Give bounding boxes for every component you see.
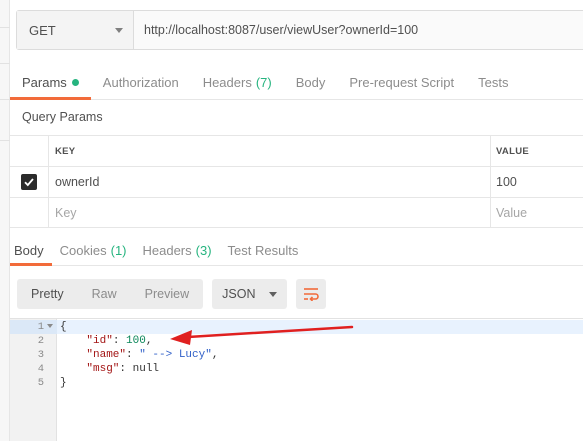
- url-input[interactable]: http://localhost:8087/user/viewUser?owne…: [134, 11, 583, 49]
- tab-label: Cookies: [59, 242, 107, 258]
- tab-label: Headers: [202, 74, 252, 90]
- line-number: 2: [37, 335, 44, 347]
- value-column-header: VALUE: [490, 136, 583, 166]
- active-line-highlight: [10, 320, 583, 334]
- tab-badge: (7): [255, 74, 272, 90]
- code-line-3: "name": " --> Lucy",: [86, 349, 219, 361]
- open-brace: {: [60, 321, 67, 333]
- json-value: null: [132, 363, 160, 375]
- tab-label: Tests: [478, 74, 509, 90]
- sidebar-divider: [0, 140, 10, 141]
- tab-label: Pre-request Script: [349, 74, 455, 90]
- table-row-new: Key Value: [10, 197, 583, 228]
- line-number-gutter: 1 2 3 4 5: [10, 319, 57, 441]
- tab-cookies[interactable]: Cookies (1): [56, 234, 135, 266]
- code-line-2: "id": 100,: [86, 335, 153, 347]
- code-line-5: }: [60, 376, 67, 390]
- wrap-lines-button[interactable]: [296, 279, 327, 309]
- line-number: 4: [37, 363, 44, 375]
- left-sidebar-edge: [0, 0, 10, 441]
- line-number: 3: [37, 349, 44, 361]
- tab-label: Body: [295, 74, 326, 90]
- json-trail: ,: [211, 349, 219, 361]
- query-params-table: KEY VALUE ownerId 100 Key Value: [10, 135, 583, 228]
- chevron-down-icon: [115, 27, 123, 33]
- view-mode-group: Pretty Raw Preview: [17, 279, 204, 309]
- language-label: JSON: [222, 287, 256, 301]
- tab-response-body[interactable]: Body: [10, 234, 52, 266]
- json-value: " --> Lucy": [139, 349, 212, 361]
- query-params-title: Query Params: [22, 110, 103, 124]
- language-dropdown[interactable]: JSON: [212, 279, 288, 309]
- wrap-lines-icon: [304, 288, 319, 301]
- request-url-bar: GET http://localhost:8087/user/viewUser?…: [16, 10, 583, 50]
- tab-badge: (3): [195, 242, 212, 258]
- checkbox-column-header: [10, 136, 48, 166]
- pretty-button[interactable]: Pretty: [17, 279, 78, 309]
- chevron-down-icon: [269, 291, 278, 297]
- tab-label: Params: [22, 74, 67, 90]
- new-key-field[interactable]: Key: [48, 198, 490, 227]
- checkmark-icon: [21, 174, 37, 190]
- tab-label: Test Results: [227, 242, 299, 258]
- json-key: "id": [86, 335, 113, 347]
- tab-body[interactable]: Body: [284, 64, 338, 100]
- fold-toggle-icon[interactable]: [47, 324, 53, 328]
- close-brace: }: [60, 377, 67, 389]
- raw-button[interactable]: Raw: [78, 279, 131, 309]
- sidebar-divider: [0, 27, 10, 28]
- tab-response-headers[interactable]: Headers (3): [139, 234, 220, 266]
- response-format-toolbar: Pretty Raw Preview JSON: [17, 279, 327, 309]
- code-line-1: {: [60, 320, 67, 334]
- response-body-editor[interactable]: 1 2 3 4 5 { "id": 100, "name": " --> Luc…: [10, 318, 583, 441]
- preview-button[interactable]: Preview: [131, 279, 203, 309]
- json-key: "name": [86, 349, 127, 361]
- tab-headers[interactable]: Headers (7): [191, 64, 284, 100]
- tab-label: Body: [14, 242, 44, 258]
- line-number: 5: [37, 377, 44, 389]
- tab-label: Headers: [142, 242, 192, 258]
- param-enabled-checkbox[interactable]: [10, 167, 48, 197]
- empty-checkbox-cell: [10, 198, 48, 227]
- param-key-field[interactable]: ownerId: [48, 167, 490, 197]
- params-active-dot-icon: [71, 78, 79, 86]
- method-dropdown[interactable]: GET: [17, 11, 134, 49]
- tab-params[interactable]: Params: [10, 64, 91, 100]
- sidebar-divider: [0, 99, 10, 100]
- tab-authorization[interactable]: Authorization: [91, 64, 191, 100]
- json-value: 100: [126, 335, 146, 347]
- tab-tests[interactable]: Tests: [466, 64, 520, 100]
- tab-test-results[interactable]: Test Results: [224, 234, 307, 266]
- response-tabs: Body Cookies (1) Headers (3) Test Result…: [10, 234, 583, 266]
- json-trail: ,: [145, 335, 153, 347]
- sidebar-divider: [0, 63, 10, 64]
- param-value-field[interactable]: 100: [490, 167, 583, 197]
- json-key: "msg": [86, 363, 120, 375]
- key-column-header: KEY: [48, 136, 490, 166]
- new-value-field[interactable]: Value: [490, 198, 583, 227]
- tab-label: Authorization: [102, 74, 179, 90]
- table-row: ownerId 100: [10, 166, 583, 197]
- method-label: GET: [29, 22, 56, 38]
- request-tabs: Params Authorization Headers (7) Body Pr…: [10, 64, 583, 100]
- line-number: 1: [37, 321, 44, 333]
- table-header-row: KEY VALUE: [10, 135, 583, 166]
- tab-pre-request-script[interactable]: Pre-request Script: [337, 64, 466, 100]
- tab-badge: (1): [110, 242, 127, 258]
- code-line-4: "msg": null: [86, 363, 160, 375]
